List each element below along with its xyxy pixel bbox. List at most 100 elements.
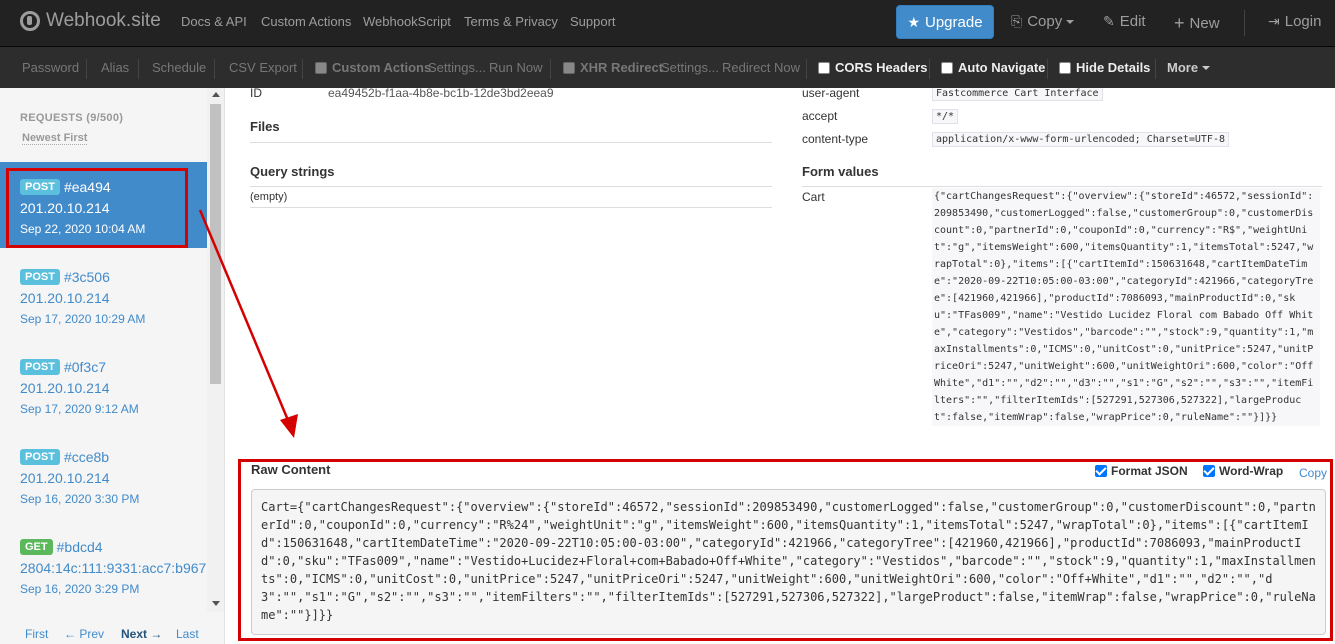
request-id: #cce8b xyxy=(63,449,110,465)
plus-icon: + xyxy=(1174,13,1185,33)
nav-terms-privacy[interactable]: Terms & Privacy xyxy=(464,14,558,29)
login-label: Login xyxy=(1284,13,1322,30)
raw-content-panel: Raw Content Format JSON Word-Wrap Copy C… xyxy=(238,459,1333,641)
copy-dropdown[interactable]: ⎘ Copy xyxy=(1011,13,1075,30)
request-ip: 201.20.10.214 xyxy=(20,380,110,396)
request-id: #bdcd4 xyxy=(56,539,103,555)
query-strings-title: Query strings xyxy=(250,164,335,179)
divider xyxy=(250,186,772,187)
request-item[interactable]: POST #0f3c7 201.20.10.214 Sep 17, 2020 9:… xyxy=(0,342,207,428)
run-now-button[interactable]: Run Now xyxy=(489,60,542,75)
brand-name: Webhook.site xyxy=(46,10,161,31)
copy-label: Copy xyxy=(1027,13,1063,30)
sidebar-scrollbar[interactable] xyxy=(207,88,224,612)
upgrade-button[interactable]: ★ Upgrade xyxy=(896,5,994,39)
redirect-now-button[interactable]: Redirect Now xyxy=(722,60,800,75)
form-value: {"cartChangesRequest":{"overview":{"stor… xyxy=(932,188,1320,426)
sort-newest-first[interactable]: Newest First xyxy=(22,132,88,145)
request-item[interactable]: POST #cce8b 201.20.10.214 Sep 16, 2020 3:… xyxy=(0,432,207,518)
word-wrap-label: Word-Wrap xyxy=(1219,464,1284,478)
xhr-redirect-checkbox[interactable] xyxy=(563,61,575,74)
pager-next[interactable]: Next → xyxy=(121,627,162,641)
toolbar-divider xyxy=(1155,59,1156,79)
password-button[interactable]: Password xyxy=(22,60,79,75)
word-wrap-toggle[interactable]: Word-Wrap xyxy=(1203,464,1283,478)
nav-webhookscript[interactable]: WebhookScript xyxy=(363,14,451,29)
word-wrap-checkbox[interactable] xyxy=(1203,465,1215,477)
login-icon: ⇥ xyxy=(1268,13,1280,29)
pager-last[interactable]: Last xyxy=(176,627,199,641)
raw-content-body[interactable]: Cart={"cartChangesRequest":{"overview":{… xyxy=(251,489,1326,635)
divider xyxy=(250,207,772,208)
method-badge: POST xyxy=(20,359,60,375)
toolbar-divider xyxy=(86,59,87,79)
custom-actions-label: Custom Actions xyxy=(332,60,432,75)
edit-icon: ✎ xyxy=(1103,13,1115,29)
nav-custom-actions[interactable]: Custom Actions xyxy=(261,14,351,29)
nav-support[interactable]: Support xyxy=(570,14,616,29)
new-label: New xyxy=(1189,15,1220,32)
requests-count-header: REQUESTS (9/500) xyxy=(20,112,124,124)
request-date: Sep 16, 2020 3:29 PM xyxy=(20,582,140,596)
divider xyxy=(802,186,1322,187)
query-empty: (empty) xyxy=(250,191,288,203)
nav-docs-api[interactable]: Docs & API xyxy=(181,14,247,29)
pager-prev[interactable]: ← Prev xyxy=(64,627,104,641)
scroll-down-icon[interactable] xyxy=(212,601,220,606)
id-label: ID xyxy=(250,88,262,100)
request-item[interactable]: POST #3c506 201.20.10.214 Sep 17, 2020 10… xyxy=(0,252,207,338)
xhr-redirect-toggle[interactable]: XHR Redirect xyxy=(563,60,663,75)
auto-navigate-label: Auto Navigate xyxy=(958,60,1046,75)
auto-navigate-toggle[interactable]: Auto Navigate xyxy=(941,60,1045,75)
header-key: content-type xyxy=(802,132,869,146)
form-key: Cart xyxy=(802,190,825,204)
header-value: application/x-www-form-urlencoded; Chars… xyxy=(932,132,1229,147)
schedule-button[interactable]: Schedule xyxy=(152,60,206,75)
hide-details-toggle[interactable]: Hide Details xyxy=(1059,60,1150,75)
toolbar-divider xyxy=(806,59,807,79)
id-value: ea49452b-f1aa-4b8e-bc1b-12de3bd2eea9 xyxy=(328,88,554,100)
custom-actions-settings[interactable]: Settings... xyxy=(428,60,486,75)
chevron-down-icon xyxy=(1202,65,1211,70)
highlight-box xyxy=(6,168,188,248)
upgrade-label: Upgrade xyxy=(925,13,983,31)
csv-export-button[interactable]: CSV Export xyxy=(229,60,297,75)
xhr-settings[interactable]: Settings... xyxy=(661,60,719,75)
scroll-up-icon[interactable] xyxy=(212,92,220,97)
new-button[interactable]: + New xyxy=(1174,13,1220,34)
webhook-logo-icon xyxy=(20,11,40,31)
request-details: ID ea49452b-f1aa-4b8e-bc1b-12de3bd2eea9 … xyxy=(226,88,1335,644)
cors-headers-checkbox[interactable] xyxy=(818,61,830,74)
xhr-redirect-label: XHR Redirect xyxy=(580,60,664,75)
hide-details-label: Hide Details xyxy=(1076,60,1151,75)
toolbar-divider xyxy=(138,59,139,79)
more-label: More xyxy=(1167,60,1199,75)
request-id: #3c506 xyxy=(63,269,110,285)
custom-actions-checkbox[interactable] xyxy=(315,61,327,74)
request-ip: 201.20.10.214 xyxy=(20,470,110,486)
files-title: Files xyxy=(250,119,280,134)
login-button[interactable]: ⇥ Login xyxy=(1268,13,1321,30)
header-value: Fastcommerce Cart Interface xyxy=(932,88,1103,101)
header-key: accept xyxy=(802,109,838,123)
edit-button[interactable]: ✎ Edit xyxy=(1103,13,1146,30)
custom-actions-toggle[interactable]: Custom Actions xyxy=(315,60,431,75)
format-json-checkbox[interactable] xyxy=(1095,465,1107,477)
toolbar-divider xyxy=(214,59,215,79)
scrollbar-thumb[interactable] xyxy=(210,104,221,384)
format-json-toggle[interactable]: Format JSON xyxy=(1095,464,1188,478)
format-json-label: Format JSON xyxy=(1111,464,1188,478)
brand-logo[interactable]: Webhook.site xyxy=(20,10,161,32)
more-dropdown[interactable]: More xyxy=(1167,60,1211,75)
method-badge: GET xyxy=(20,539,53,555)
chevron-down-icon xyxy=(1066,19,1075,24)
hide-details-checkbox[interactable] xyxy=(1059,61,1071,74)
request-date: Sep 17, 2020 9:12 AM xyxy=(20,402,139,416)
pager-first[interactable]: First xyxy=(25,627,48,641)
request-date: Sep 17, 2020 10:29 AM xyxy=(20,312,146,326)
auto-navigate-checkbox[interactable] xyxy=(941,61,953,74)
request-item[interactable]: GET #bdcd4 2804:14c:111:9331:acc7:b967 Se… xyxy=(0,522,207,608)
alias-button[interactable]: Alias xyxy=(101,60,129,75)
copy-raw-link[interactable]: Copy xyxy=(1299,466,1327,480)
cors-headers-toggle[interactable]: CORS Headers xyxy=(818,60,927,75)
